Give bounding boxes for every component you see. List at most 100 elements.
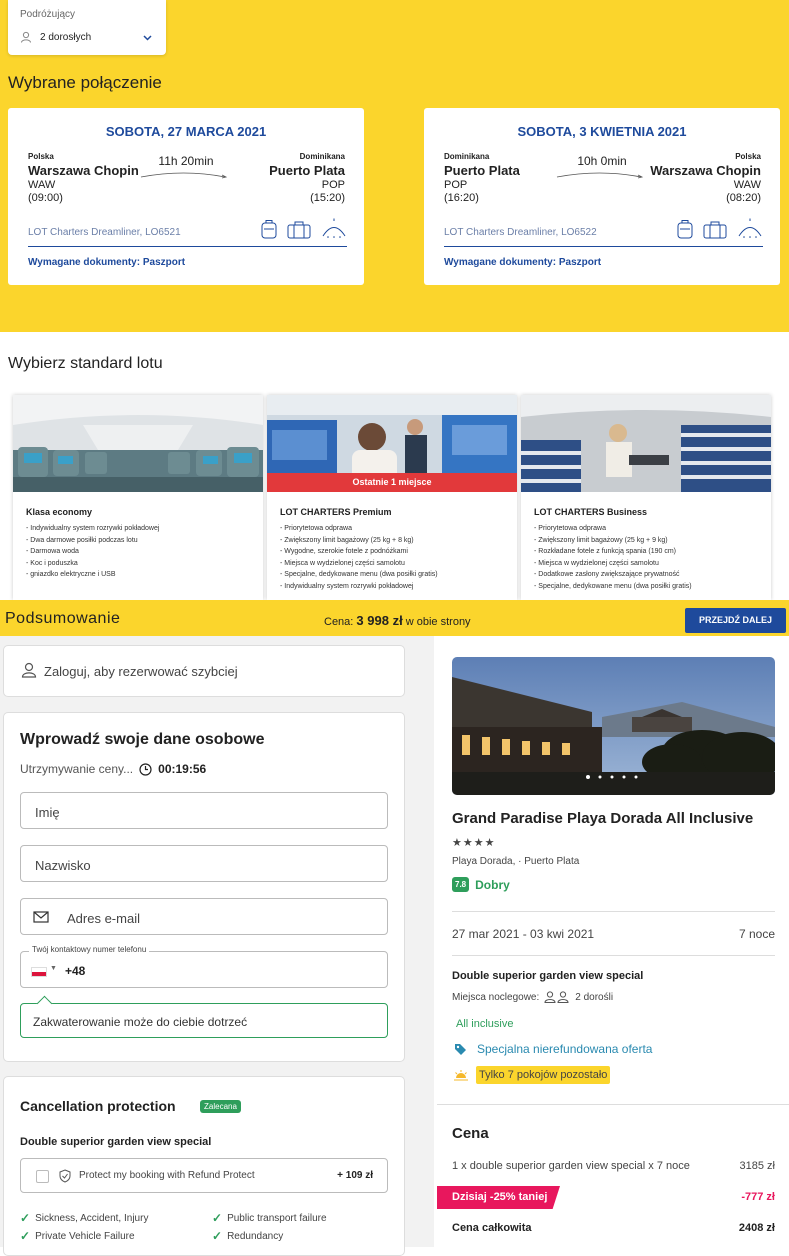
plane-info: LOT Charters Dreamliner, LO6521	[28, 227, 181, 238]
check-icon: ✓	[212, 1211, 223, 1225]
required-documents: Wymagane dokumenty: Paszport	[444, 257, 602, 268]
arrival-time: (15:20)	[310, 192, 345, 204]
poland-flag-icon[interactable]	[31, 967, 47, 977]
flight-standard-title: Wybierz standard lotu	[8, 355, 163, 372]
user-icon	[21, 662, 37, 678]
flight-arc	[556, 172, 644, 179]
special-offer: Specjalna nierefundowana oferta	[454, 1042, 652, 1056]
feature-item: - Specjalne, dedykowane menu (dwa posiłk…	[534, 582, 692, 590]
personal-data-panel: Wprowadź swoje dane osobowe Utrzymywanie…	[3, 712, 405, 1062]
benefit-item: ✓ Private Vehicle Failure	[20, 1229, 135, 1243]
outbound-flight-card: SOBOTA, 27 MARCA 2021 Polska Warszawa Ch…	[8, 108, 364, 285]
flight-arc	[140, 172, 228, 179]
refund-protect-checkbox[interactable]	[36, 1170, 49, 1183]
divider	[437, 1104, 789, 1105]
person-icon	[21, 31, 31, 43]
login-link[interactable]: Zaloguj, aby rezerwować szybciej	[44, 664, 238, 679]
divider	[444, 246, 763, 247]
phone-field[interactable]: Twój kontaktowy numer telefonu ▼ +48	[20, 945, 388, 988]
hotel-location: Playa Dorada, · Puerto Plata	[452, 856, 580, 867]
last-name-field[interactable]: Nazwisko	[20, 845, 388, 882]
origin-city: Puerto Plata	[444, 163, 520, 178]
phone-label: Twój kontaktowy numer telefonu	[29, 945, 150, 954]
destination-country: Dominikana	[299, 152, 345, 161]
flight-standard-options: Klasa economy - Indywidualny system rozr…	[13, 395, 773, 600]
cancellation-room: Double superior garden view special	[20, 1136, 212, 1148]
shield-check-icon	[59, 1169, 71, 1183]
hotel-name: Grand Paradise Playa Dorada All Inclusiv…	[452, 810, 754, 827]
discount-badge: Dzisiaj -25% taniej	[437, 1186, 560, 1209]
board-type: All inclusive	[456, 1018, 514, 1030]
hotel-stars: ★★★★	[452, 837, 496, 849]
traveller-dropdown[interactable]: Podróżujący 2 dorosłych	[8, 0, 166, 55]
refund-protect-price: + 109 zł	[337, 1170, 373, 1181]
phone-prefix: +48	[65, 964, 86, 978]
checked-luggage-icon	[703, 221, 727, 239]
email-field[interactable]: Adres e-mail	[20, 898, 388, 935]
departure-time: (09:00)	[28, 192, 63, 204]
hotel-rating: 7.8 Dobry	[452, 877, 510, 892]
feature-item: - Rozkładane fotele z funkcją spania (19…	[534, 548, 677, 555]
economy-cabin-image	[13, 395, 263, 492]
feature-item: - Miejsca w wydzielonej części samolotu	[534, 559, 659, 567]
refund-protect-label: Protect my booking with Refund Protect	[79, 1170, 255, 1181]
hotel-photo-carousel[interactable]	[452, 657, 775, 795]
check-icon: ✓	[212, 1229, 223, 1243]
feature-item: - Wygodne, szerokie fotele z podnóżkami	[280, 548, 408, 555]
origin-city: Warszawa Chopin	[28, 163, 139, 178]
traveller-label: Podróżujący	[20, 9, 76, 20]
cancellation-title: Cancellation protection	[20, 1098, 176, 1114]
feature-item: - Darmowa woda	[26, 548, 79, 555]
origin-country: Dominikana	[444, 152, 490, 161]
check-icon: ✓	[20, 1229, 31, 1243]
standard-name: Klasa economy	[26, 507, 93, 517]
feature-item: - Priorytetowa odprawa	[280, 525, 352, 532]
feature-item: - Priorytetowa odprawa	[534, 525, 606, 532]
carry-on-bag-icon	[261, 220, 277, 239]
flight-date: SOBOTA, 27 MARCA 2021	[105, 124, 267, 139]
destination-city: Warszawa Chopin	[650, 163, 761, 178]
destination-code: POP	[321, 179, 345, 191]
personal-data-title: Wprowadź swoje dane osobowe	[20, 731, 265, 748]
standard-premium-card[interactable]: Ostatnie 1 miejsce LOT CHARTERS Premium …	[267, 395, 517, 600]
contact-tip: Zakwaterowanie może do ciebie dotrzeć	[20, 1003, 388, 1038]
arrival-time: (08:20)	[726, 192, 761, 204]
feature-item: - gniazdko elektryczne i USB	[26, 571, 116, 578]
room-name: Double superior garden view special	[452, 970, 644, 982]
summary-bar: Podsumowanie Cena: 3 998 zł w obie stron…	[0, 600, 789, 636]
meal-icon	[738, 218, 762, 238]
standard-economy-card[interactable]: Klasa economy - Indywidualny system rozr…	[13, 395, 263, 600]
origin-code: POP	[444, 179, 468, 191]
carry-on-bag-icon	[677, 220, 693, 239]
total-label: Cena całkowita	[452, 1222, 532, 1234]
business-cabin-image	[521, 395, 771, 492]
divider	[28, 246, 347, 247]
plane-info: LOT Charters Dreamliner, LO6522	[444, 227, 597, 238]
login-panel[interactable]: Zaloguj, aby rezerwować szybciej	[3, 645, 405, 697]
departure-time: (16:20)	[444, 192, 479, 204]
price-title: Cena	[452, 1125, 489, 1142]
first-name-field[interactable]: Imię	[20, 792, 388, 829]
check-icon: ✓	[20, 1211, 31, 1225]
benefit-item: ✓ Public transport failure	[212, 1211, 327, 1225]
tag-icon	[455, 1043, 466, 1055]
summary-title: Podsumowanie	[5, 610, 121, 627]
amenities	[677, 217, 763, 239]
standard-business-card[interactable]: LOT CHARTERS Business - Priorytetowa odp…	[521, 395, 771, 600]
destination-city: Puerto Plata	[269, 163, 345, 178]
caret-down-icon[interactable]: ▼	[50, 965, 57, 972]
feature-item: - Koc i poduszka	[26, 559, 78, 567]
price-line-value: 3185 zł	[739, 1160, 775, 1172]
feature-item: - Zwiększony limit bagażowy (25 kg + 9 k…	[534, 536, 668, 544]
refund-protect-option[interactable]: Protect my booking with Refund Protect +…	[20, 1158, 388, 1193]
flight-duration: 10h 0min	[577, 154, 627, 168]
feature-item: - Zwiększony limit bagażowy (25 kg + 8 k…	[280, 536, 414, 544]
rating-word: Dobry	[475, 877, 510, 892]
feature-item: - Specjalne, dedykowane menu (dwa posiłk…	[280, 571, 438, 578]
price-line-label: 1 x double superior garden view special …	[452, 1160, 690, 1172]
return-flight-card: SOBOTA, 3 KWIETNIA 2021 Dominikana Puert…	[424, 108, 780, 285]
standard-features: - Priorytetowa odprawa - Zwiększony limi…	[534, 523, 692, 592]
next-button[interactable]: PRZEJDŹ DALEJ	[685, 608, 786, 633]
rating-score: 7.8	[452, 877, 470, 892]
summary-price: Cena: 3 998 zł w obie strony	[324, 613, 471, 628]
